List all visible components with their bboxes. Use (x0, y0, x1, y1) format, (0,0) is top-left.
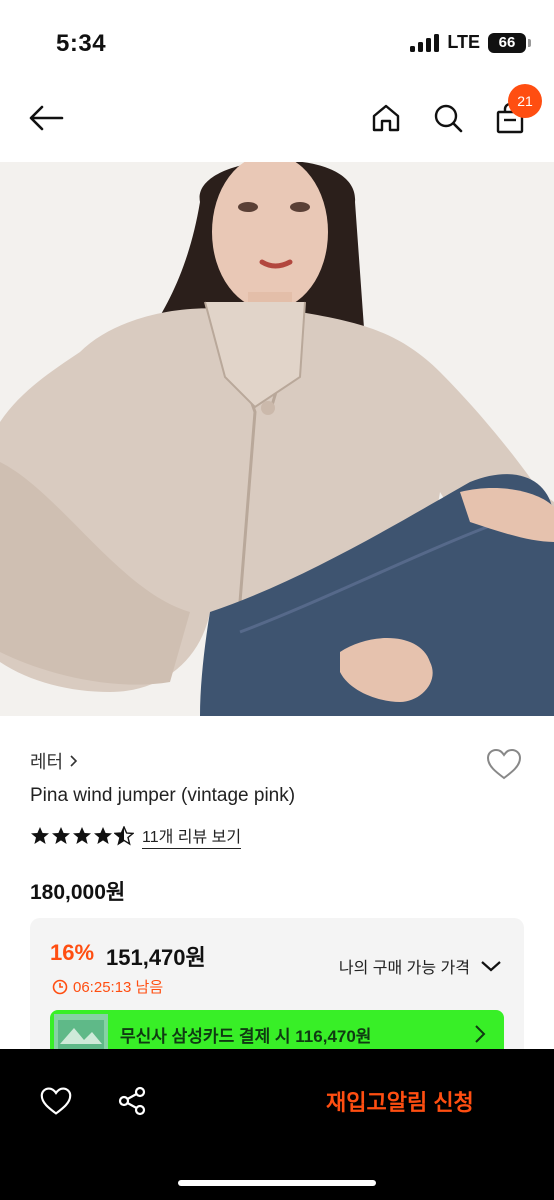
chevron-right-icon (70, 755, 78, 767)
my-price-toggle[interactable]: 나의 구매 가능 가격 (339, 954, 502, 978)
product-image[interactable] (0, 162, 554, 716)
rating-stars (30, 826, 134, 846)
cart-count-badge: 21 (508, 84, 542, 118)
star-icon (94, 827, 112, 844)
status-indicators: LTE 66 (410, 32, 531, 53)
share-icon (118, 1086, 146, 1116)
back-button[interactable] (26, 98, 66, 138)
original-price: 180,000원 (30, 881, 126, 904)
star-half-icon (114, 826, 134, 846)
discount-percent: 16% (50, 940, 95, 965)
product-name: Pina wind jumper (vintage pink) (30, 785, 296, 806)
home-icon (372, 104, 400, 132)
discount-box: 16% 151,470원 나의 구매 가능 가격 06:25:13 남음 무신사… (30, 918, 524, 1058)
bottom-wishlist-button[interactable] (36, 1081, 76, 1121)
discount-price: 151,470원 (106, 945, 206, 970)
star-icon (73, 827, 91, 844)
star-icon (52, 827, 70, 844)
rating-row: 11개 리뷰 보기 (30, 823, 242, 849)
home-indicator (178, 1180, 376, 1186)
wishlist-button[interactable] (484, 744, 524, 784)
star-icon (31, 827, 49, 844)
brand-name: 레터 (30, 752, 64, 772)
nav-bar (0, 80, 554, 162)
heart-outline-icon (486, 748, 522, 780)
timer-text: 06:25:13 남음 (73, 979, 164, 996)
review-link[interactable]: 11개 리뷰 보기 (142, 823, 242, 849)
heart-outline-icon (40, 1087, 72, 1115)
status-time: 5:34 (56, 30, 107, 57)
signal-icon (410, 33, 440, 52)
network-label: LTE (447, 32, 480, 52)
chevron-right-icon (475, 1025, 486, 1043)
product-photo-illustration (0, 162, 554, 716)
sale-timer: 06:25:13 남음 (52, 976, 163, 997)
home-button[interactable] (366, 98, 406, 138)
my-price-label: 나의 구매 가능 가격 (338, 960, 470, 977)
battery-icon: 66 (488, 32, 531, 53)
brand-link[interactable]: 레터 (30, 748, 79, 774)
chevron-down-icon (481, 961, 501, 972)
card-promo-text: 무신사 삼성카드 결제 시 116,470원 (120, 1027, 372, 1046)
search-button[interactable] (428, 98, 468, 138)
clock-icon (52, 979, 68, 994)
search-icon (434, 104, 463, 133)
restock-alert-button[interactable]: 재입고알림 신청 (326, 1085, 474, 1117)
back-arrow-icon (29, 105, 64, 131)
status-bar: 5:34 LTE 66 (0, 0, 554, 80)
share-button[interactable] (112, 1081, 152, 1121)
bottom-action-bar: 재입고알림 신청 (0, 1049, 554, 1200)
